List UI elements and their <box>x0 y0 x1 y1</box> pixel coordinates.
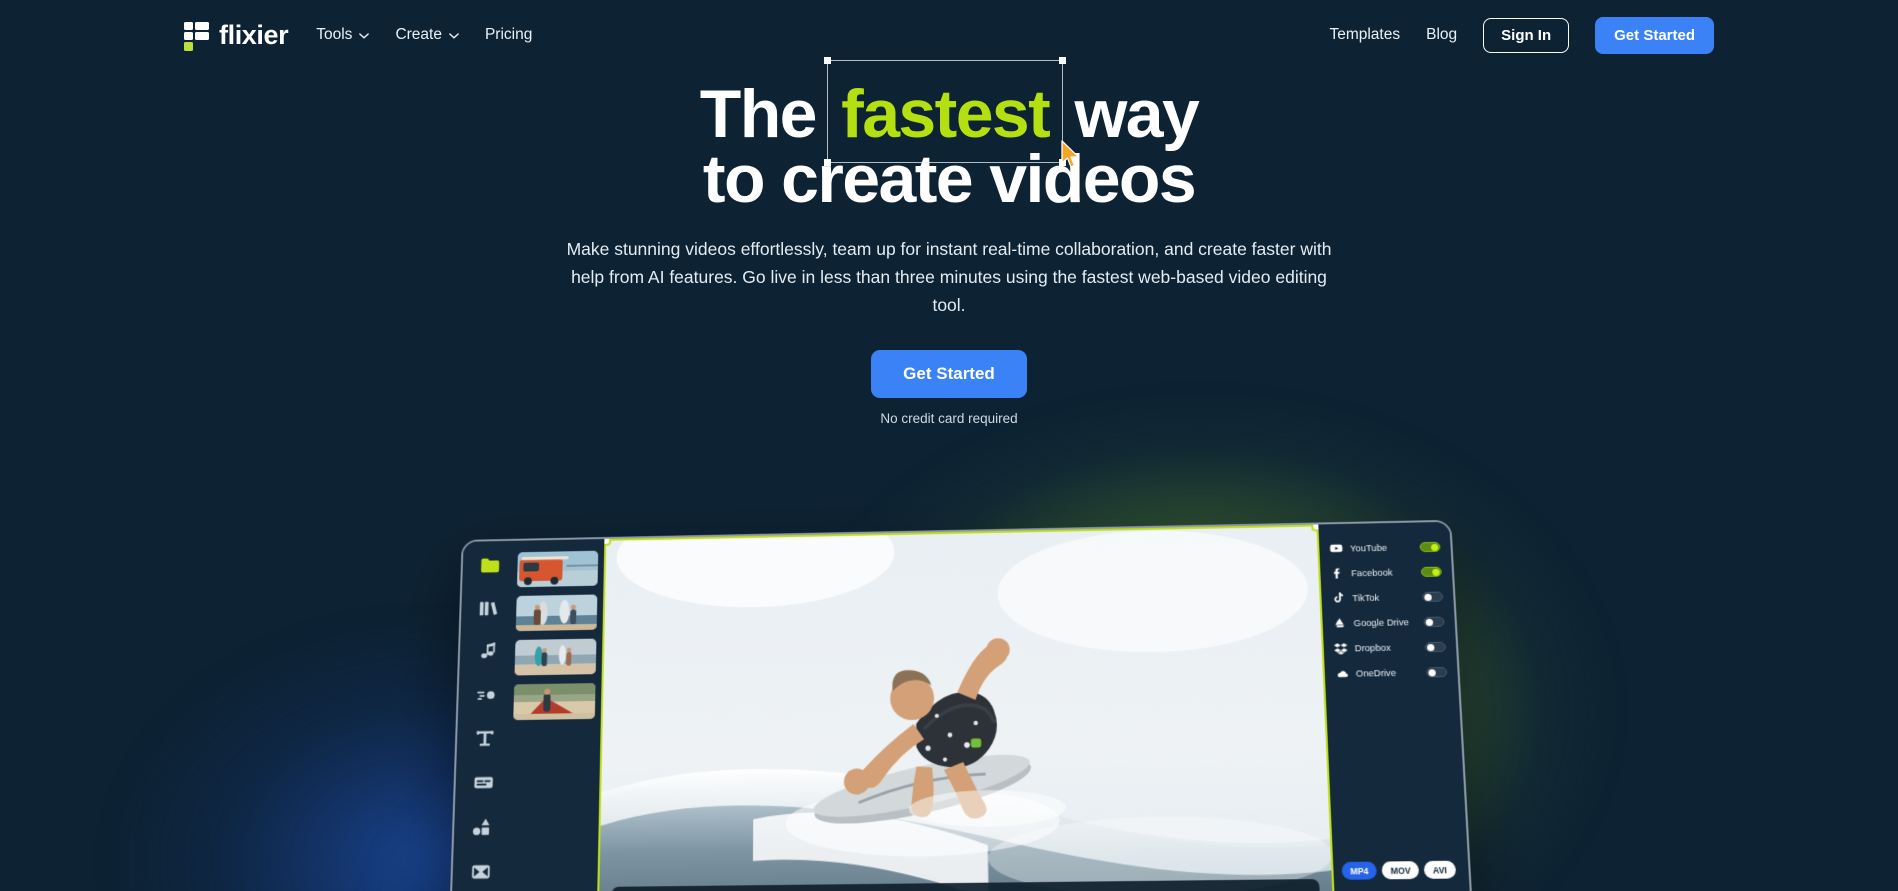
nav-item-tools[interactable]: Tools <box>316 26 370 44</box>
export-label: OneDrive <box>1355 667 1397 679</box>
dropbox-icon <box>1333 641 1348 655</box>
chevron-down-icon <box>449 33 459 39</box>
nav-item-pricing[interactable]: Pricing <box>485 26 532 44</box>
nav-label-tools: Tools <box>316 26 353 43</box>
editor-sidebar <box>450 540 519 891</box>
onedrive-icon <box>1335 667 1349 680</box>
export-panel: YouTube Facebook TikTok Google Drive Dro… <box>1318 521 1472 891</box>
toggle-dropbox[interactable] <box>1424 641 1446 652</box>
hero-subheading: Make stunning videos effortlessly, team … <box>566 238 1332 316</box>
chevron-down-icon <box>359 33 370 39</box>
list-item[interactable] <box>514 638 597 676</box>
google-drive-icon <box>1333 616 1347 629</box>
export-destination-facebook[interactable]: Facebook <box>1320 560 1452 583</box>
export-label: TikTok <box>1352 592 1380 603</box>
text-tool-icon[interactable] <box>474 727 497 749</box>
transitions-icon[interactable] <box>475 684 497 706</box>
editor-layout: 00:01 <box>450 521 1472 891</box>
export-destination-tiktok[interactable]: TikTok <box>1321 585 1454 608</box>
export-label: YouTube <box>1349 542 1388 553</box>
nav-label-pricing: Pricing <box>484 26 533 43</box>
export-destination-google-drive[interactable]: Google Drive <box>1322 610 1455 633</box>
toggle-onedrive[interactable] <box>1426 666 1448 677</box>
toggle-youtube[interactable] <box>1419 541 1441 552</box>
export-label: Dropbox <box>1354 642 1391 653</box>
no-credit-card-note: No credit card required <box>880 410 1018 426</box>
format-option-mov[interactable]: MOV <box>1381 861 1420 880</box>
shapes-icon[interactable] <box>471 816 494 839</box>
tiktok-icon <box>1332 591 1346 604</box>
list-item[interactable] <box>515 594 598 632</box>
headline-highlight-wrapper: fastest <box>824 57 1067 167</box>
sign-in-button[interactable]: Sign In <box>1483 17 1570 53</box>
nav-item-templates[interactable]: Templates <box>1329 26 1400 44</box>
captions-icon[interactable] <box>472 771 495 793</box>
site-header: flixier Tools Create Pricing Templates B… <box>0 0 1898 70</box>
toggle-tiktok[interactable] <box>1422 591 1444 602</box>
export-format-options: MP4 MOV AVI <box>1341 860 1456 880</box>
headline-word-fastest: fastest <box>841 76 1051 152</box>
flixier-blocks-logo-icon <box>184 21 209 51</box>
get-started-button-header[interactable]: Get Started <box>1595 16 1714 54</box>
export-label: Facebook <box>1350 567 1393 578</box>
library-icon[interactable] <box>478 597 500 619</box>
folder-icon[interactable] <box>479 555 501 577</box>
hero-cta-group: Get Started No credit card required <box>0 349 1898 426</box>
get-started-button-hero[interactable]: Get Started <box>871 349 1027 398</box>
list-item[interactable] <box>516 550 599 588</box>
media-library-list <box>507 539 604 891</box>
toggle-facebook[interactable] <box>1420 566 1442 577</box>
export-destination-dropbox[interactable]: Dropbox <box>1323 636 1456 659</box>
facebook-icon <box>1330 567 1344 580</box>
primary-navigation: Tools Create Pricing <box>316 26 532 44</box>
toggle-google-drive[interactable] <box>1423 616 1445 627</box>
export-destination-onedrive[interactable]: OneDrive <box>1324 661 1458 684</box>
surfer-jumping-wave-image <box>596 524 1336 891</box>
list-item[interactable] <box>513 683 596 721</box>
app-mockup: 00:01 <box>448 519 1474 891</box>
hero-section: The fastest way to create videos Make st… <box>0 57 1898 426</box>
secondary-navigation: Templates Blog Sign In Get Started <box>1329 16 1714 54</box>
format-option-mp4[interactable]: MP4 <box>1341 861 1378 880</box>
export-label: Google Drive <box>1353 616 1410 628</box>
format-option-avi[interactable]: AVI <box>1423 860 1456 879</box>
headline-line-2: to create videos <box>702 141 1197 218</box>
youtube-icon <box>1329 542 1343 555</box>
brand-name: flixier <box>219 19 289 50</box>
landing-page: flixier Tools Create Pricing Templates B… <box>0 0 1898 891</box>
music-note-icon[interactable] <box>476 640 498 662</box>
effects-icon[interactable] <box>469 861 492 884</box>
video-preview[interactable]: 00:01 <box>596 524 1336 891</box>
nav-item-create[interactable]: Create <box>395 26 459 44</box>
headline-line-1: The fastest way <box>0 57 1898 167</box>
editor-window: 00:01 <box>448 519 1474 891</box>
page-title: The fastest way to create videos <box>0 57 1898 218</box>
nav-item-blog[interactable]: Blog <box>1426 26 1457 44</box>
brand-logo[interactable]: flixier <box>184 19 289 51</box>
nav-label-create: Create <box>395 26 442 43</box>
export-destination-youtube[interactable]: YouTube <box>1319 536 1451 559</box>
